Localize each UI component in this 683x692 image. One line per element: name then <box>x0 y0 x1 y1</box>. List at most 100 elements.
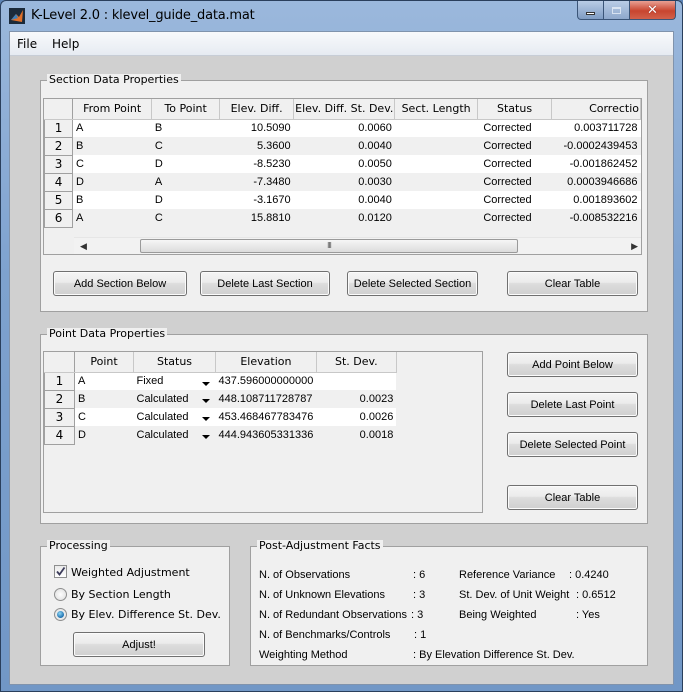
clear-point-table-button[interactable]: Clear Table <box>507 485 638 510</box>
cell-status[interactable]: Corrected <box>477 155 552 173</box>
cell-correction[interactable]: -0.001862452 <box>551 155 641 173</box>
row-header[interactable]: 4 <box>44 426 75 445</box>
dropdown-arrow-icon[interactable] <box>201 381 210 386</box>
point-table-row[interactable]: 2 B Calculated 448.108711728787 0.0023 <box>44 390 397 409</box>
cell-from-point[interactable]: D <box>72 173 152 191</box>
cell-from-point[interactable]: B <box>72 191 152 209</box>
maximize-button[interactable] <box>604 1 630 20</box>
cell-sect-length[interactable] <box>394 191 478 209</box>
col-header-sect-length[interactable]: Sect. Length <box>394 99 478 120</box>
cell-correction[interactable]: -0.0002439453 <box>551 137 641 155</box>
dropdown-arrow-icon[interactable] <box>201 435 210 439</box>
cell-from-point[interactable]: A <box>72 119 152 137</box>
col-header-from-point[interactable]: From Point <box>72 99 153 120</box>
cell-sect-length[interactable] <box>394 119 478 137</box>
horizontal-scrollbar[interactable]: ◀ III ▶ <box>74 237 641 254</box>
section-table-row[interactable]: 4 D A -7.3480 0.0030 Corrected 0.0003946686 <box>44 173 641 192</box>
section-table-row[interactable]: 3 C D -8.5230 0.0050 Corrected -0.001862452 <box>44 155 641 174</box>
cell-status-dropdown[interactable]: Calculated <box>133 390 216 408</box>
delete-selected-section-button[interactable]: Delete Selected Section <box>347 271 478 296</box>
cell-to-point[interactable]: A <box>151 173 220 191</box>
row-header[interactable]: 3 <box>44 408 75 427</box>
cell-status-dropdown[interactable]: Fixed <box>133 372 216 390</box>
cell-elevation[interactable]: 453.468467783476 <box>215 408 317 426</box>
cell-to-point[interactable]: C <box>151 209 220 227</box>
cell-st-dev[interactable] <box>316 372 397 390</box>
weighted-adjustment-checkbox[interactable] <box>54 565 67 578</box>
cell-status-dropdown[interactable]: Calculated <box>133 408 216 426</box>
dropdown-arrow-icon[interactable] <box>201 417 210 421</box>
cell-from-point[interactable]: C <box>72 155 152 173</box>
dropdown-arrow-icon[interactable] <box>201 399 210 403</box>
point-table[interactable]: Point Status Elevation St. Dev. 1 A Fixed 4… <box>43 351 483 513</box>
col-header-status[interactable]: Status <box>477 99 553 120</box>
cell-from-point[interactable]: B <box>72 137 152 155</box>
row-header[interactable]: 5 <box>44 191 74 210</box>
cell-status[interactable]: Corrected <box>477 209 552 227</box>
by-elev-diff-sd-radio[interactable] <box>54 608 67 621</box>
cell-status-dropdown[interactable]: Calculated <box>133 426 216 444</box>
cell-elev-diff[interactable]: 10.5090 <box>219 119 294 137</box>
row-header[interactable]: 1 <box>44 119 74 138</box>
cell-to-point[interactable]: D <box>151 155 220 173</box>
menu-file[interactable]: File <box>17 37 37 51</box>
clear-section-table-button[interactable]: Clear Table <box>507 271 638 296</box>
cell-sect-length[interactable] <box>394 137 478 155</box>
cell-elev-diff-sd[interactable]: 0.0050 <box>293 155 395 173</box>
cell-to-point[interactable]: D <box>151 191 220 209</box>
row-header[interactable]: 2 <box>44 137 74 156</box>
point-table-row[interactable]: 4 D Calculated 444.943605331336 0.0018 <box>44 426 397 445</box>
cell-sect-length[interactable] <box>394 209 478 227</box>
section-table-row[interactable]: 5 B D -3.1670 0.0040 Corrected 0.001893602 <box>44 191 641 210</box>
cell-from-point[interactable]: A <box>72 209 152 227</box>
close-button[interactable]: ✕ <box>630 1 676 20</box>
cell-point[interactable]: B <box>74 390 134 408</box>
add-point-below-button[interactable]: Add Point Below <box>507 352 638 377</box>
delete-selected-point-button[interactable]: Delete Selected Point <box>507 432 638 457</box>
section-table-row[interactable]: 1 A B 10.5090 0.0060 Corrected 0.003711728 <box>44 119 641 138</box>
menu-help[interactable]: Help <box>52 37 79 51</box>
col-header-elev-diff[interactable]: Elev. Diff. <box>219 99 295 120</box>
section-table-row[interactable]: 2 B C 5.3600 0.0040 Corrected -0.0002439453 <box>44 137 641 156</box>
by-section-length-radio[interactable] <box>54 588 67 601</box>
col-header-elev-diff-sd[interactable]: Elev. Diff. St. Dev. <box>293 99 396 120</box>
cell-elevation[interactable]: 437.596000000000 <box>215 372 317 390</box>
cell-status[interactable]: Corrected <box>477 173 552 191</box>
cell-to-point[interactable]: C <box>151 137 220 155</box>
add-section-below-button[interactable]: Add Section Below <box>53 271 187 296</box>
point-table-row[interactable]: 3 C Calculated 453.468467783476 0.0026 <box>44 408 397 427</box>
cell-elev-diff[interactable]: 15.8810 <box>219 209 294 227</box>
cell-point[interactable]: A <box>74 372 134 390</box>
cell-elev-diff[interactable]: -7.3480 <box>219 173 294 191</box>
cell-elev-diff-sd[interactable]: 0.0120 <box>293 209 395 227</box>
adjust-button[interactable]: Adjust! <box>73 632 205 657</box>
point-table-row[interactable]: 1 A Fixed 437.596000000000 <box>44 372 397 391</box>
cell-elev-diff-sd[interactable]: 0.0040 <box>293 191 395 209</box>
cell-elev-diff[interactable]: -8.5230 <box>219 155 294 173</box>
cell-status[interactable]: Corrected <box>477 137 552 155</box>
cell-st-dev[interactable]: 0.0018 <box>316 426 397 444</box>
cell-point[interactable]: C <box>74 408 134 426</box>
cell-status[interactable]: Corrected <box>477 191 552 209</box>
cell-elevation[interactable]: 444.943605331336 <box>215 426 317 444</box>
row-header[interactable]: 3 <box>44 155 74 174</box>
scroll-thumb[interactable]: III <box>140 239 518 253</box>
scroll-left-icon[interactable]: ◀ <box>80 241 87 252</box>
minimize-button[interactable] <box>577 1 604 20</box>
cell-correction[interactable]: 0.003711728 <box>551 119 641 137</box>
col-header-elevation[interactable]: Elevation <box>215 352 317 373</box>
cell-status[interactable]: Corrected <box>477 119 552 137</box>
cell-st-dev[interactable]: 0.0026 <box>316 408 397 426</box>
col-header-to-point[interactable]: To Point <box>151 99 220 120</box>
cell-correction[interactable]: -0.008532216 <box>551 209 641 227</box>
cell-elev-diff[interactable]: 5.3600 <box>219 137 294 155</box>
col-header-point[interactable]: Point <box>74 352 134 373</box>
row-header[interactable]: 4 <box>44 173 74 192</box>
cell-sect-length[interactable] <box>394 155 478 173</box>
col-header-status[interactable]: Status <box>133 352 216 373</box>
col-header-st-dev[interactable]: St. Dev. <box>316 352 397 373</box>
delete-last-point-button[interactable]: Delete Last Point <box>507 392 638 417</box>
cell-elev-diff-sd[interactable]: 0.0030 <box>293 173 395 191</box>
delete-last-section-button[interactable]: Delete Last Section <box>200 271 330 296</box>
cell-elev-diff-sd[interactable]: 0.0040 <box>293 137 395 155</box>
